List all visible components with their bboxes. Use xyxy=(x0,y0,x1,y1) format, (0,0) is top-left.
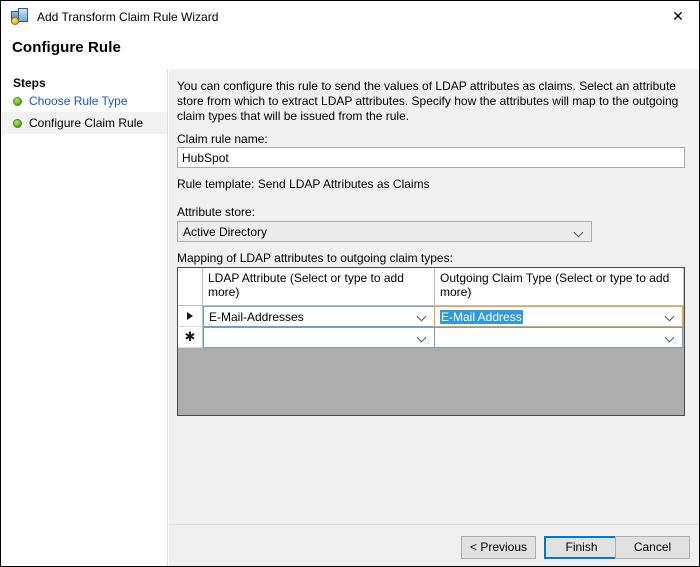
column-header-ldap-attribute[interactable]: LDAP Attribute (Select or type to add mo… xyxy=(203,268,435,305)
attribute-mapping-grid[interactable]: LDAP Attribute (Select or type to add mo… xyxy=(177,267,685,416)
attribute-store-select[interactable]: Active Directory xyxy=(177,221,592,242)
cancel-button[interactable]: Cancel xyxy=(615,536,690,559)
cell-outgoing-claim-type[interactable] xyxy=(434,327,683,348)
cell-ldap-attribute-value: E-Mail-Addresses xyxy=(209,309,304,324)
sidebar-item-configure-claim-rule[interactable]: Configure Claim Rule xyxy=(2,112,167,134)
attribute-store-value: Active Directory xyxy=(183,224,268,239)
steps-sidebar: Steps Choose Rule Type Configure Claim R… xyxy=(2,69,168,566)
chevron-down-icon[interactable] xyxy=(418,334,427,340)
sidebar-item-label: Choose Rule Type xyxy=(29,94,128,108)
grid-header-row: LDAP Attribute (Select or type to add mo… xyxy=(178,268,684,306)
cell-outgoing-claim-type[interactable]: E-Mail Address xyxy=(434,306,683,327)
column-header-outgoing-claim-type[interactable]: Outgoing Claim Type (Select or type to a… xyxy=(435,268,684,305)
page-title: Configure Rule xyxy=(12,39,121,56)
chevron-down-icon[interactable] xyxy=(418,313,427,319)
sidebar-item-choose-rule-type[interactable]: Choose Rule Type xyxy=(2,90,167,112)
window-title: Add Transform Claim Rule Wizard xyxy=(37,9,219,24)
step-bullet-icon xyxy=(13,118,22,128)
claim-rule-name-label: Claim rule name: xyxy=(177,132,268,146)
row-header-new[interactable]: ✱ xyxy=(178,327,203,348)
step-bullet-icon xyxy=(13,96,22,106)
content-panel: You can configure this rule to send the … xyxy=(169,69,699,524)
cell-outgoing-claim-type-value: E-Mail Address xyxy=(440,309,523,324)
rule-template-text: Rule template: Send LDAP Attributes as C… xyxy=(177,177,430,191)
grid-corner-cell xyxy=(178,268,203,305)
close-icon[interactable]: ✕ xyxy=(655,1,699,31)
table-row[interactable]: E-Mail-Addresses E-Mail Address xyxy=(178,306,684,327)
chevron-down-icon[interactable] xyxy=(666,334,675,340)
description-text: You can configure this rule to send the … xyxy=(177,79,679,123)
claim-rule-name-input[interactable] xyxy=(177,147,685,168)
mapping-label: Mapping of LDAP attributes to outgoing c… xyxy=(177,251,453,265)
chevron-down-icon[interactable] xyxy=(666,313,675,319)
chevron-down-icon xyxy=(575,229,584,235)
attribute-store-label: Attribute store: xyxy=(177,205,256,219)
sidebar-item-label: Configure Claim Rule xyxy=(29,116,144,130)
table-row[interactable]: ✱ xyxy=(178,327,684,348)
new-row-asterisk-icon: ✱ xyxy=(184,329,196,344)
wizard-icon xyxy=(11,8,28,25)
title-bar: Add Transform Claim Rule Wizard ✕ xyxy=(1,1,699,32)
current-row-arrow-icon xyxy=(187,312,193,320)
previous-button[interactable]: < Previous xyxy=(461,536,536,559)
wizard-window: Add Transform Claim Rule Wizard ✕ Config… xyxy=(0,0,700,567)
cell-ldap-attribute[interactable]: E-Mail-Addresses xyxy=(203,306,435,327)
cell-ldap-attribute[interactable] xyxy=(203,327,435,348)
steps-title: Steps xyxy=(13,76,46,90)
finish-button[interactable]: Finish xyxy=(544,536,619,559)
row-header-current[interactable] xyxy=(178,306,203,327)
footer-bar: < Previous Finish Cancel xyxy=(169,524,699,566)
